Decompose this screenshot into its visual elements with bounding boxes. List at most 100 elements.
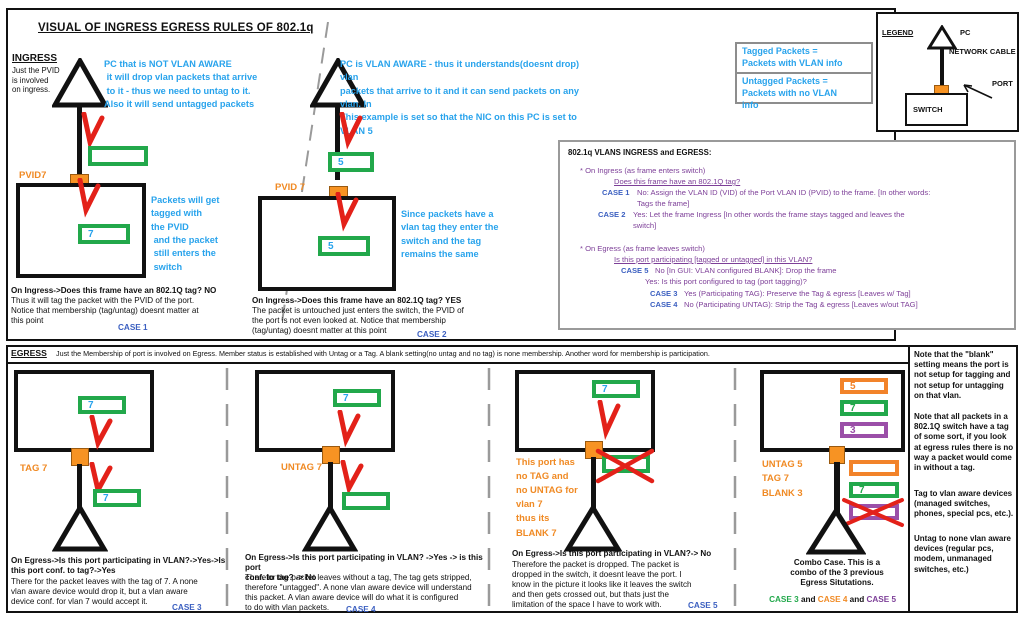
note-4: Untag to none vlan aware devices (regula… [914,534,1011,574]
packet-label: 5 [328,240,334,252]
combo-case-labels: CASE 3 and CASE 4 and CASE 5 [760,586,915,613]
packet-label: 7 [88,399,94,411]
rules-case4-label: CASE 4 [650,300,678,309]
rules-ingress-header: * On Ingress (as frame enters switch) [580,166,706,175]
rules-case1-label: CASE 1 [602,188,630,197]
note-1: Note that the "blank" setting means the … [914,350,1011,400]
page-title: VISUAL OF INGRESS EGRESS RULES OF 802.1q [38,22,314,34]
rules-egress-question: Is this port participating [tagged or un… [614,255,813,264]
rules-case1-text: No: Assign the VLAN ID (VID) of the Port… [637,188,931,208]
egress-header-divider [6,362,1018,364]
combo-caption: Combo Case. This is a combo of the 3 pre… [790,558,884,587]
legend-pc-label: PC [960,28,971,37]
note-3: Tag to vlan aware devices (managed switc… [914,489,1014,519]
pc-icon-combo [806,508,866,555]
packet-label: 7 [850,402,856,414]
ingress-heading: INGRESS [12,53,58,64]
packet-label: 7 [602,383,608,395]
rules-case3-label: CASE 3 [650,289,678,298]
rules-case2-label: CASE 2 [598,210,626,219]
note-2: Note that all packets in a 802.1Q switch… [914,412,1014,473]
pc-icon-case1 [52,58,108,108]
packet-case1-tagged: 7 [78,224,130,244]
rules-case2-text: Yes: Let the frame Ingress [In other wor… [633,210,905,230]
packet-label: 5 [338,156,344,168]
legend-cable [940,48,944,88]
packet-case5-inside: 7 [592,380,640,398]
port-label-case4: UNTAG 7 [281,462,322,473]
case3-case-label: CASE 3 [172,603,202,612]
packet-combo-in-3: 3 [840,422,888,438]
case2-pc-note: PC is VLAN AWARE - thus it understands(d… [340,59,580,136]
packet-combo-out-2: 7 [849,482,899,498]
combo-case5-label: CASE 5 [866,595,897,604]
packet-case2-incoming: 5 [328,152,374,172]
rules-egress-yes: Yes: Is this port configured to tag (por… [645,277,807,286]
case1-pc-note: PC that is NOT VLAN AWARE it will drop v… [104,59,258,110]
packet-combo-out-1 [849,460,899,476]
case3-caption-bold: On Egress->Is this port participating in… [11,556,226,575]
case1-caption-bold: On Ingress->Does this frame have an 802.… [11,286,217,295]
packet-label: 3 [850,424,856,436]
legend-port-label: PORT [992,79,1013,88]
flow-arrow-case4-inside [337,410,361,448]
packet-label: 5 [850,380,856,392]
case1-caption: Thus it will tag the packet with the PVI… [11,296,199,326]
rules-case3-text: Yes (Participating TAG): Preserve the Ta… [684,289,911,298]
packet-combo-in-1: 5 [840,378,888,394]
packet-case3-inside: 7 [78,396,126,414]
case2-inside-note: Since packets have a vlan tag they enter… [401,209,499,260]
flow-arrow-case2-inside [335,192,359,232]
legend-cable-label: NETWORK CABLE [949,47,1016,56]
rules-title: 802.1q VLANS INGRESS and EGRESS: [568,148,712,157]
legend-switch-label: SWITCH [913,105,943,114]
case4-case-label: CASE 4 [346,605,376,614]
case5-caption-bold: On Egress->Is this port participating in… [512,549,712,558]
case1-case-label: CASE 1 [118,323,148,332]
legend-heading: LEGEND [882,28,914,37]
case2-caption-bold: On Ingress->Does this frame have an 802.… [252,296,462,305]
packet-label: 7 [103,492,109,504]
rules-egress-header: * On Egress (as frame leaves switch) [580,244,705,253]
network-cable-case4 [328,462,333,510]
switch-egress-case4 [255,370,395,452]
pc-icon-case4 [302,505,358,552]
packet-case2-tagged: 5 [318,236,370,256]
case5-case-label: CASE 5 [688,601,718,610]
rules-ingress-question: Does this frame have an 802.1Q tag? [614,177,741,186]
port-label-case1: PVID7 [19,170,47,181]
rules-case4-text: No (Participating UNTAG): Strip the Tag … [684,300,918,309]
packet-label: 7 [343,392,349,404]
packet-label: 7 [88,228,94,240]
combo-and-2: and [847,595,867,604]
egress-heading: EGRESS [11,348,47,358]
case2-case-label: CASE 2 [417,330,447,339]
case2-caption: The packet is untouched just enters the … [252,306,464,336]
combo-and-1: and [798,595,818,604]
flow-arrow-case4-out [340,460,364,495]
flow-arrow-case2-top [339,112,363,150]
drop-x-icon-case5 [595,448,655,484]
tagged-packets-def: Tagged Packets = Packets with VLAN info [742,46,843,68]
combo-case4-label: CASE 4 [817,595,848,604]
packet-case1-incoming [88,146,148,166]
combo-port-labels: UNTAG 5 TAG 7 BLANK 3 [762,458,803,498]
untagged-packets-def: Untagged Packets = Packets with no VLAN … [742,76,838,110]
case1-inside-note: Packets will get tagged with the PVID an… [151,195,220,272]
diagram-canvas: VISUAL OF INGRESS EGRESS RULES OF 802.1q… [0,0,1024,619]
rules-case5-label: CASE 5 [621,266,649,275]
flow-arrow-case1-inside [77,178,101,218]
flow-arrow-case3-inside [89,415,113,450]
egress-subtext: Just the Membership of port is involved … [56,349,710,358]
packet-label: 7 [859,484,865,496]
tagdef-divider [735,72,873,74]
port-label-case3: TAG 7 [20,463,48,474]
port-label-case2: PVID 7 [275,182,306,193]
flow-arrow-case5-inside [597,400,621,441]
pc-icon-case3 [52,505,108,552]
pc-icon-case5 [564,505,622,552]
packet-combo-in-2: 7 [840,400,888,416]
packet-case4-inside: 7 [333,389,381,407]
rules-case5-text: No [In GUI: VLAN configured BLANK]: Drop… [655,266,837,275]
combo-case3-label: CASE 3 [769,595,799,604]
